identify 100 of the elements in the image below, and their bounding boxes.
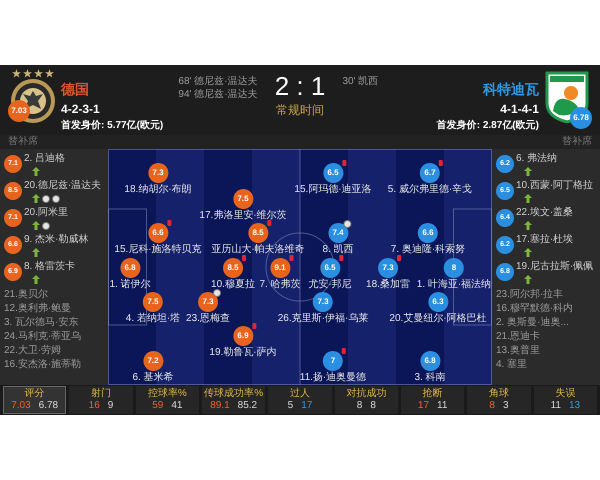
- stat-label: 控球率%: [148, 388, 187, 400]
- player-name[interactable]: 亚历山大·帕夫洛维奇: [211, 244, 305, 256]
- stat-label: 传球成功率%: [204, 388, 264, 400]
- score: 2 : 1: [274, 71, 326, 101]
- player-name[interactable]: 21.奥贝尔: [4, 288, 108, 301]
- stat-value: 8: [370, 400, 376, 412]
- goal-event: 94' 德尼兹·温达夫: [178, 88, 258, 101]
- rating-badge: 7.03: [8, 100, 30, 122]
- stat-value: 11: [437, 400, 448, 412]
- squad-value: 首发身价: 5.77亿(欧元): [61, 118, 164, 133]
- elephant-shield-icon: [545, 71, 590, 123]
- stat-value: 5: [288, 400, 294, 412]
- star-icon: [22, 69, 32, 78]
- player-name[interactable]: 6. 基米希: [132, 372, 174, 384]
- stat-tile[interactable]: 控球率% 59 41: [136, 386, 199, 414]
- player-name[interactable]: 1. 叶海亚·福法纳: [416, 279, 492, 291]
- stat-value: 16: [88, 400, 100, 412]
- player-name[interactable]: 11.扬·迪奥曼德: [300, 372, 366, 384]
- bench-label: 替补席: [8, 135, 38, 149]
- player-name[interactable]: 12.奥利弗·鲍曼: [4, 302, 108, 315]
- player-name[interactable]: 21.恩迪卡: [496, 330, 600, 343]
- player-name[interactable]: 15.尼科·施洛特贝克: [114, 244, 202, 256]
- stat-value: 8: [489, 400, 495, 412]
- player-name[interactable]: 20.阿米里: [24, 207, 68, 219]
- formation: 4-1-4-1: [500, 101, 539, 118]
- stat-label: 过人: [290, 388, 310, 400]
- stat-tile[interactable]: 射门 16 9: [69, 386, 133, 414]
- stat-value: 6.78: [38, 400, 58, 412]
- stat-tile[interactable]: 对抗成功 8 8: [334, 386, 398, 414]
- stat-tile[interactable]: 角球 8 3: [467, 386, 531, 414]
- player-name[interactable]: 4. 塞里: [496, 358, 600, 371]
- player-name[interactable]: 15.阿玛德·迪亚洛: [294, 184, 372, 196]
- stat-label: 评分: [24, 388, 45, 400]
- player-name[interactable]: 10.西蒙·阿丁格拉: [516, 180, 594, 192]
- stat-value: 89.1: [210, 400, 230, 412]
- player-name[interactable]: 2. 吕迪格: [24, 153, 66, 165]
- player-name[interactable]: 5. 威尔弗里德·辛戈: [388, 184, 472, 196]
- player-name[interactable]: 22.埃文·盖桑: [516, 207, 574, 219]
- bench-label: 替补席: [562, 135, 592, 149]
- stat-label: 角球: [488, 388, 509, 400]
- stat-value: 41: [171, 400, 182, 412]
- player-name[interactable]: 20.德尼兹·温达夫: [24, 180, 102, 192]
- stat-label: 抢断: [422, 388, 443, 400]
- formation: 4-2-3-1: [61, 101, 101, 118]
- star-icon: [44, 69, 54, 78]
- match-status: 常规时间: [276, 102, 324, 119]
- player-name[interactable]: 24.马利克·蒂亚乌: [4, 330, 108, 343]
- player-name[interactable]: 10.穆夏拉: [211, 279, 255, 291]
- player-name[interactable]: 3. 瓦尔德马·安东: [4, 316, 108, 329]
- star-icon: [12, 69, 21, 78]
- player-name[interactable]: 17.弗洛里安·维尔茨: [199, 210, 287, 222]
- player-name[interactable]: 3. 科南: [414, 372, 446, 384]
- rating-badge: 6.78: [570, 107, 592, 129]
- stat-value: 13: [568, 400, 580, 412]
- player-name[interactable]: 26.克里斯·伊福·乌莱: [278, 313, 368, 325]
- stat-value: 17: [301, 400, 312, 412]
- player-name[interactable]: 23.恩梅查: [186, 313, 230, 325]
- player-name[interactable]: 2. 奥斯曼·迪奥...: [496, 316, 600, 329]
- stat-tile[interactable]: 传球成功率% 89.1 85.2: [202, 386, 266, 414]
- squad-value: 首发身价: 2.87亿(欧元): [436, 118, 539, 133]
- stat-value: 7.03: [11, 400, 31, 412]
- player-name[interactable]: 7. 奥迪隆·科索努: [390, 244, 466, 256]
- stat-value: 8: [356, 400, 362, 412]
- stat-label: 射门: [90, 388, 111, 400]
- team-name: 德国: [61, 80, 90, 99]
- stat-tile[interactable]: 评分 7.03 6.78: [3, 386, 66, 414]
- player-name[interactable]: 20.艾曼纽尔·阿格巴杜: [389, 313, 487, 325]
- stat-value: 59: [152, 400, 164, 412]
- player-name[interactable]: 18.纳胡尔·布朗: [124, 184, 192, 196]
- player-name[interactable]: 尤安·邦尼: [308, 279, 352, 291]
- stat-tile[interactable]: 抢断 17 11: [400, 386, 464, 414]
- player-name[interactable]: 22.大卫·劳姆: [4, 344, 108, 357]
- player-name[interactable]: 9. 杰米·勒威林: [24, 234, 88, 246]
- stat-value: 17: [418, 400, 430, 412]
- stat-tile[interactable]: 失误 11 13: [534, 386, 597, 414]
- player-name[interactable]: 13.奥普里: [496, 344, 600, 357]
- star-icon: [34, 69, 43, 78]
- player-name[interactable]: 7. 哈弗茨: [259, 279, 301, 291]
- player-name[interactable]: 16.穆罕默德·科内: [496, 302, 600, 315]
- player-name[interactable]: 6. 弗法纳: [516, 153, 558, 165]
- stat-label: 失误: [555, 388, 576, 400]
- goal-event: 68' 德尼兹·温达夫: [178, 75, 258, 88]
- player-name[interactable]: 17.塞拉·杜埃: [516, 234, 574, 246]
- stat-value: 85.2: [238, 400, 258, 412]
- player-name[interactable]: 19.尼古拉斯·佩佩: [516, 261, 594, 273]
- player-name[interactable]: 4. 若纳坦·塔: [126, 313, 180, 325]
- stat-tile[interactable]: 过人 5 17: [268, 386, 332, 414]
- stat-label: 对抗成功: [346, 388, 386, 400]
- goal-event: 30' 凯西: [342, 75, 378, 88]
- player-name[interactable]: 18.桑加雷: [366, 279, 410, 291]
- team-name: 科特迪瓦: [482, 80, 539, 99]
- player-name[interactable]: 16.安杰洛·施蒂勒: [4, 358, 108, 371]
- player-name[interactable]: 8. 格雷茨卡: [24, 261, 76, 273]
- player-name[interactable]: 19.勒鲁瓦·萨内: [209, 347, 277, 359]
- stat-value: 9: [108, 400, 114, 412]
- player-name[interactable]: 23.阿尔邦·拉丰: [496, 288, 600, 301]
- player-name[interactable]: 1. 诺伊尔: [109, 279, 151, 291]
- stat-value: 11: [550, 400, 561, 412]
- stat-value: 3: [502, 400, 509, 412]
- player-name[interactable]: 8. 凯西: [322, 244, 354, 256]
